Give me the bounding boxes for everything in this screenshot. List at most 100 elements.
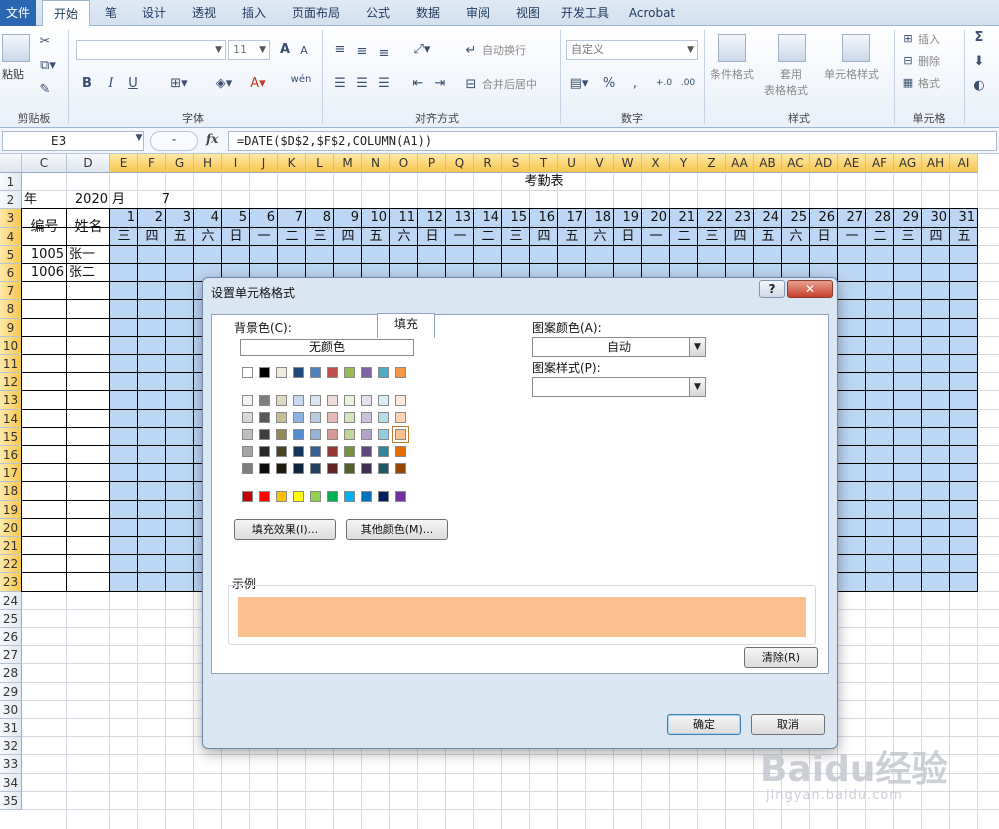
shrink-font-icon[interactable]: A	[298, 44, 310, 57]
ribbon-tab-12[interactable]: Acrobat	[620, 0, 684, 26]
row-header[interactable]: 9	[0, 318, 22, 337]
column-header[interactable]: V	[586, 154, 614, 173]
row-header[interactable]: 25	[0, 609, 22, 628]
color-swatch[interactable]	[276, 446, 287, 457]
table-format-button-line2[interactable]: 表格格式	[764, 84, 808, 98]
fill-color-icon[interactable]: ◈▾	[212, 76, 236, 91]
color-swatch[interactable]	[344, 412, 355, 423]
weekday-cell[interactable]: 三	[698, 228, 726, 246]
column-header[interactable]: AG	[894, 154, 922, 173]
color-swatch[interactable]	[344, 491, 355, 502]
conditional-format-button[interactable]: 条件格式	[710, 68, 754, 82]
column-header[interactable]: O	[390, 154, 418, 173]
column-header[interactable]: G	[166, 154, 194, 173]
ribbon-tab-10[interactable]: 视图	[506, 0, 550, 26]
wrap-text-button[interactable]: 自动换行	[482, 44, 526, 58]
italic-button[interactable]: I	[104, 76, 118, 91]
color-swatch[interactable]	[242, 446, 253, 457]
day-cell[interactable]: 17	[558, 209, 583, 227]
ribbon-tab-1[interactable]: 开始	[42, 0, 90, 27]
color-swatch[interactable]	[395, 446, 406, 457]
day-cell[interactable]: 8	[306, 209, 331, 227]
row-header[interactable]: 5	[0, 245, 22, 264]
color-swatch[interactable]	[242, 463, 253, 474]
weekday-cell[interactable]: 六	[390, 228, 418, 246]
color-swatch[interactable]	[242, 491, 253, 502]
clear-button[interactable]: 清除(R)	[744, 647, 818, 668]
ok-button[interactable]: 确定	[667, 714, 741, 735]
color-swatch[interactable]	[344, 395, 355, 406]
row-header[interactable]: 1	[0, 173, 22, 192]
employee-id-cell[interactable]: 1006	[22, 264, 64, 282]
name-box-dropdown-icon[interactable]: ▼	[134, 133, 144, 143]
day-cell[interactable]: 14	[474, 209, 499, 227]
employee-name-cell[interactable]: 张一	[69, 246, 112, 264]
day-cell[interactable]: 25	[782, 209, 807, 227]
color-swatch[interactable]	[293, 429, 304, 440]
row-header[interactable]: 3	[0, 209, 22, 228]
ribbon-tab-0[interactable]: 文件	[0, 0, 36, 26]
color-swatch[interactable]	[276, 491, 287, 502]
weekday-cell[interactable]: 二	[866, 228, 894, 246]
day-cell[interactable]: 1	[110, 209, 135, 227]
row-header[interactable]: 23	[0, 573, 22, 592]
color-swatch[interactable]	[242, 412, 253, 423]
column-header[interactable]: AF	[866, 154, 894, 173]
color-swatch[interactable]	[361, 412, 372, 423]
insert-function-icon[interactable]: fx	[206, 132, 218, 146]
delete-cells-button[interactable]: 删除	[918, 55, 940, 69]
clear-icon[interactable]: ◐	[970, 78, 988, 93]
insert-cells-icon[interactable]: ⊞	[900, 32, 916, 45]
row-header[interactable]: 15	[0, 427, 22, 446]
day-cell[interactable]: 3	[166, 209, 191, 227]
ribbon-tab-3[interactable]: 设计	[132, 0, 176, 26]
color-swatch[interactable]	[242, 395, 253, 406]
month-cell[interactable]: 7	[138, 191, 170, 209]
column-header[interactable]: I	[222, 154, 250, 173]
ribbon-tab-5[interactable]: 插入	[232, 0, 276, 26]
column-header[interactable]: N	[362, 154, 390, 173]
color-swatch[interactable]	[395, 412, 406, 423]
color-swatch[interactable]	[276, 367, 287, 378]
day-cell[interactable]: 31	[950, 209, 975, 227]
tab-fill[interactable]: 填充	[377, 313, 435, 338]
weekday-cell[interactable]: 五	[558, 228, 586, 246]
paste-button[interactable]: 粘贴	[2, 68, 24, 82]
color-swatch[interactable]	[259, 367, 270, 378]
color-swatch[interactable]	[310, 367, 321, 378]
row-header[interactable]: 19	[0, 500, 22, 519]
copy-icon[interactable]: ⧉▾	[36, 58, 60, 73]
weekday-cell[interactable]: 五	[362, 228, 390, 246]
color-swatch[interactable]	[293, 412, 304, 423]
weekday-cell[interactable]: 六	[586, 228, 614, 246]
weekday-cell[interactable]: 四	[530, 228, 558, 246]
color-swatch[interactable]	[242, 367, 253, 378]
day-cell[interactable]: 5	[222, 209, 247, 227]
row-header[interactable]: 29	[0, 682, 22, 701]
weekday-cell[interactable]: 二	[474, 228, 502, 246]
weekday-cell[interactable]: 一	[446, 228, 474, 246]
column-header[interactable]: AB	[754, 154, 782, 173]
color-swatch[interactable]	[361, 463, 372, 474]
day-cell[interactable]: 7	[278, 209, 303, 227]
row-header[interactable]: 33	[0, 755, 22, 774]
color-swatch[interactable]	[395, 429, 406, 440]
color-swatch[interactable]	[378, 395, 389, 406]
color-swatch[interactable]	[276, 429, 287, 440]
merge-center-button[interactable]: 合并后居中	[482, 78, 537, 92]
row-header[interactable]: 32	[0, 737, 22, 756]
column-header[interactable]: R	[474, 154, 502, 173]
row-header[interactable]: 20	[0, 518, 22, 537]
fill-effects-button[interactable]: 填充效果(I)...	[234, 519, 336, 540]
select-all-corner[interactable]	[0, 154, 22, 173]
pattern-color-select[interactable]: 自动 ▼	[532, 337, 706, 357]
cut-icon[interactable]: ✂	[36, 34, 54, 49]
row-header[interactable]: 16	[0, 446, 22, 465]
day-cell[interactable]: 30	[922, 209, 947, 227]
font-color-icon[interactable]: A▾	[246, 76, 270, 91]
column-header[interactable]: C	[22, 154, 67, 173]
day-cell[interactable]: 26	[810, 209, 835, 227]
row-header[interactable]: 4	[0, 227, 22, 246]
color-swatch[interactable]	[344, 367, 355, 378]
increase-decimal-icon[interactable]: +.0	[654, 78, 674, 88]
